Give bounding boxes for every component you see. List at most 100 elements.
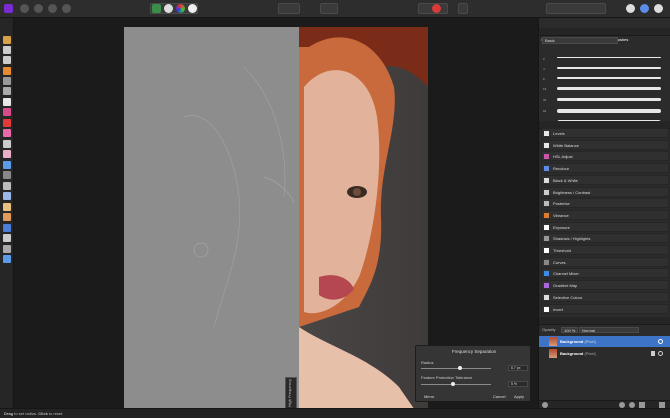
levels-icon bbox=[544, 131, 549, 136]
status-drag: Drag bbox=[4, 411, 14, 416]
adjustment-label: Channel Mixer bbox=[553, 271, 579, 277]
blur-tool-icon[interactable] bbox=[3, 192, 11, 200]
pen-tool-icon[interactable] bbox=[3, 213, 11, 221]
colour-picker-icon[interactable] bbox=[3, 98, 11, 106]
mesh-warp-icon[interactable] bbox=[3, 245, 11, 253]
auto-levels-icon[interactable] bbox=[152, 4, 161, 13]
smudge-tool-icon[interactable] bbox=[3, 182, 11, 190]
posterise-icon bbox=[544, 201, 549, 207]
adjustment-label: Threshold bbox=[553, 248, 571, 253]
brush-category-label: Basic bbox=[545, 38, 555, 43]
tolerance-value-field[interactable]: 5 % bbox=[508, 381, 528, 387]
brush-item[interactable] bbox=[557, 98, 661, 101]
adjustment-threshold[interactable]: Threshold bbox=[541, 245, 669, 255]
layer-title: Background bbox=[560, 351, 584, 356]
auto-contrast-icon[interactable] bbox=[164, 4, 173, 13]
adjustment-selective-colour[interactable]: Selective Colour bbox=[541, 291, 669, 302]
zoom-tool-icon[interactable] bbox=[3, 255, 11, 263]
adjustment-label: Curves bbox=[553, 259, 566, 265]
radius-value-field[interactable]: 6.7 px bbox=[508, 365, 528, 371]
panel-toggle-group[interactable] bbox=[546, 3, 606, 14]
view-tool-icon[interactable] bbox=[3, 36, 11, 44]
tolerance-slider-track[interactable] bbox=[421, 384, 491, 385]
adjustment-brightness-contrast[interactable]: Brightness / Contrast bbox=[541, 186, 669, 197]
share-icon[interactable] bbox=[62, 4, 71, 13]
tolerance-slider-knob[interactable] bbox=[450, 382, 455, 386]
adjustment-invert[interactable]: Invert bbox=[541, 303, 669, 314]
layer-type: (Pixel) bbox=[584, 339, 596, 344]
document-canvas[interactable]: High Frequency bbox=[124, 27, 428, 418]
adjustment-levels[interactable]: Levels bbox=[541, 128, 669, 138]
clone-brush-icon[interactable] bbox=[3, 150, 11, 158]
adjustment-label: White Balance bbox=[553, 142, 579, 148]
mirror-button[interactable]: Mirror bbox=[424, 394, 434, 399]
adjustment-label: Levels bbox=[553, 131, 565, 136]
marquee-tool-icon[interactable] bbox=[3, 87, 11, 95]
auto-colour-icon[interactable] bbox=[176, 4, 185, 13]
paint-brush-icon[interactable] bbox=[3, 119, 11, 127]
brush-size-label: 8 bbox=[543, 77, 545, 81]
assistant-button[interactable] bbox=[458, 3, 468, 14]
blend-mode-dropdown[interactable]: Normal bbox=[579, 327, 639, 333]
dodge-tool-icon[interactable] bbox=[3, 140, 11, 148]
layer-thumbnail bbox=[549, 349, 557, 358]
auto-white-balance-icon[interactable] bbox=[188, 4, 197, 13]
selection-mode-group[interactable] bbox=[278, 3, 300, 14]
layer-name: Background (Pixel) bbox=[560, 339, 596, 344]
layer-visibility-icon[interactable] bbox=[658, 339, 663, 344]
adjustment-vibrance[interactable]: Vibrance bbox=[541, 209, 669, 220]
layout-icon[interactable] bbox=[640, 4, 649, 13]
flood-fill-icon[interactable] bbox=[3, 108, 11, 116]
gradient-map-icon bbox=[544, 283, 549, 289]
adjustment-exposure[interactable]: Exposure bbox=[541, 221, 669, 232]
radius-slider-knob[interactable] bbox=[457, 366, 462, 370]
develop-persona-icon[interactable] bbox=[48, 4, 57, 13]
flood-select-icon[interactable] bbox=[3, 77, 11, 85]
photo-persona-icon[interactable] bbox=[20, 4, 29, 13]
adjustment-posterise[interactable]: Posterise bbox=[541, 198, 669, 209]
adjustment-black-white[interactable]: Black & White bbox=[541, 174, 669, 185]
radius-value: 6.7 px bbox=[511, 366, 521, 370]
text-tool-icon[interactable] bbox=[3, 234, 11, 242]
studio-icon[interactable] bbox=[654, 4, 663, 13]
snapping-magnet-icon[interactable] bbox=[432, 4, 441, 13]
radius-slider-track[interactable] bbox=[421, 368, 491, 369]
sponge-tool-icon[interactable] bbox=[3, 203, 11, 211]
adjustment-label: Shadows / Highlights bbox=[553, 236, 591, 242]
brush-item[interactable] bbox=[557, 87, 661, 90]
high-frequency-texture bbox=[183, 66, 295, 328]
layer-row[interactable]: Background (Pixel) bbox=[539, 348, 670, 359]
adjustment-label: Vibrance bbox=[553, 212, 569, 218]
adjustment-white-balance[interactable]: White Balance bbox=[541, 139, 669, 150]
layer-row[interactable]: Background (Pixel) bbox=[539, 336, 670, 347]
red-eye-tool-icon[interactable] bbox=[3, 171, 11, 179]
erase-brush-icon[interactable] bbox=[3, 129, 11, 137]
opacity-label: Opacity bbox=[542, 327, 556, 332]
selection-brush-icon[interactable] bbox=[3, 67, 11, 75]
brush-item[interactable] bbox=[557, 109, 661, 113]
adjustment-gradient-map[interactable]: Gradient Map bbox=[541, 280, 669, 291]
cancel-button[interactable]: Cancel bbox=[493, 394, 505, 399]
quick-mask-button[interactable] bbox=[320, 3, 338, 14]
adjustment-recolour[interactable]: Recolour bbox=[541, 163, 669, 174]
brush-item[interactable] bbox=[557, 67, 661, 69]
view-mode-icon[interactable] bbox=[626, 4, 635, 13]
adjustment-curves[interactable]: Curves bbox=[541, 256, 669, 267]
adjustment-shadows-highlights[interactable]: Shadows / Highlights bbox=[541, 233, 669, 244]
adjustment-hsl[interactable]: HSL Adjust bbox=[541, 151, 669, 162]
layer-visibility-icon[interactable] bbox=[658, 351, 663, 356]
liquify-persona-icon[interactable] bbox=[34, 4, 43, 13]
brush-size-label: 32 bbox=[543, 98, 547, 102]
exposure-icon bbox=[544, 224, 549, 230]
brush-item[interactable] bbox=[557, 77, 661, 79]
blemish-tool-icon[interactable] bbox=[3, 161, 11, 169]
opacity-field[interactable]: 100 % bbox=[561, 327, 579, 333]
brush-category-dropdown[interactable]: Basic bbox=[542, 37, 618, 44]
layer-lock-icon[interactable] bbox=[651, 351, 655, 356]
move-tool-icon[interactable] bbox=[3, 46, 11, 54]
apply-button[interactable]: Apply bbox=[514, 394, 524, 399]
crop-tool-icon[interactable] bbox=[3, 56, 11, 64]
shape-tool-icon[interactable] bbox=[3, 224, 11, 232]
brush-item[interactable] bbox=[557, 57, 661, 58]
adjustment-channel-mixer[interactable]: Channel Mixer bbox=[541, 268, 669, 279]
